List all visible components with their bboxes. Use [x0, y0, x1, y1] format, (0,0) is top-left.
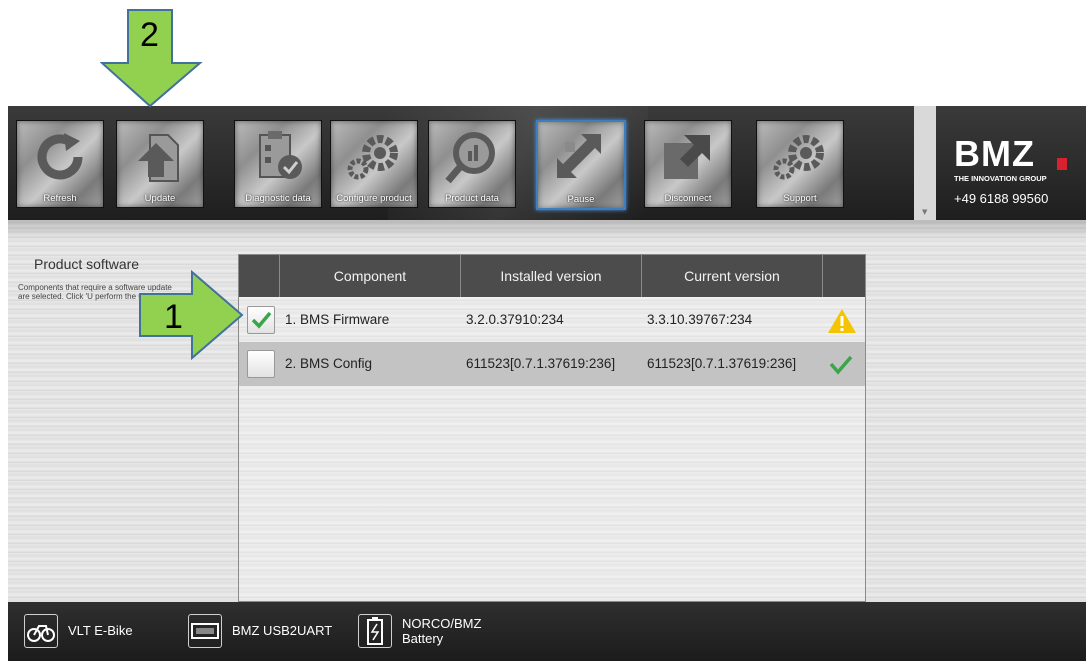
row-checkbox[interactable] [247, 306, 275, 334]
component-name: 2. BMS Config [285, 356, 373, 371]
clipboard-check-icon [259, 131, 302, 179]
gears-icon [773, 135, 824, 180]
pause-label: Pause [567, 194, 595, 205]
refresh-label: Refresh [43, 193, 77, 204]
configure-product-button[interactable]: Configure product [330, 120, 418, 208]
update-label: Update [144, 193, 176, 204]
battery-icon [358, 614, 392, 648]
support-button[interactable]: Support [756, 120, 844, 208]
table-header: Component Installed version Current vers… [239, 255, 865, 297]
refresh-button[interactable]: Refresh [16, 120, 104, 208]
disconnect-label: Disconnect [664, 193, 712, 204]
usb-adapter-icon [188, 614, 222, 648]
pause-button[interactable]: Pause [536, 120, 626, 210]
logo-tagline: THE INNOVATION GROUP [954, 174, 1047, 183]
footer-adapter-label: BMZ USB2UART [232, 623, 333, 638]
component-name: 1. BMS Firmware [285, 312, 390, 327]
check-icon [251, 311, 272, 329]
annotation-arrow-right-icon [139, 270, 244, 360]
update-button[interactable]: Update [116, 120, 204, 208]
pause-arrows-icon [557, 134, 601, 178]
diagnostic-data-label: Diagnostic data [245, 193, 311, 204]
magnifier-chart-icon [445, 132, 495, 184]
support-phone: +49 6188 99560 [954, 191, 1049, 206]
header-installed-version: Installed version [461, 255, 642, 297]
footer-battery-label: NORCO/BMZ Battery [402, 616, 481, 646]
product-data-button[interactable]: Product data [428, 120, 516, 208]
refresh-icon [37, 133, 83, 180]
bike-icon [24, 614, 58, 648]
row-checkbox[interactable] [247, 350, 275, 378]
software-table: Component Installed version Current vers… [238, 254, 866, 602]
gears-icon [347, 135, 398, 180]
warning-icon [828, 309, 856, 333]
configure-product-label: Configure product [336, 193, 412, 204]
update-icon [138, 134, 179, 182]
diagnostic-data-button[interactable]: Diagnostic data [234, 120, 322, 208]
table-row[interactable]: 2. BMS Config 611523[0.7.1.37619:236] 61… [239, 342, 865, 386]
current-version: 3.3.10.39767:234 [647, 312, 753, 327]
footer-battery-line2: Battery [402, 631, 444, 646]
brand-logo: BMZ THE INNOVATION GROUP +49 6188 99560 [954, 136, 1084, 216]
scroll-down-icon[interactable]: ▼ [922, 208, 927, 216]
support-label: Support [783, 193, 817, 204]
disconnect-icon [664, 135, 710, 179]
product-data-label: Product data [445, 193, 499, 204]
header-select [239, 255, 280, 297]
footer-battery-line1: NORCO/BMZ [402, 616, 482, 631]
ok-check-icon [829, 355, 853, 375]
annotation-number-1: 1 [164, 298, 183, 336]
disconnect-button[interactable]: Disconnect [644, 120, 732, 208]
installed-version: 611523[0.7.1.37619:236] [466, 356, 616, 371]
toolbar: Refresh Update Diagnostic data Configure… [8, 106, 1086, 220]
current-version: 611523[0.7.1.37619:236] [647, 356, 797, 371]
toolbar-scrollbar[interactable]: ▼ [914, 106, 936, 220]
annotation-number-2: 2 [140, 16, 159, 54]
header-current-version: Current version [642, 255, 823, 297]
status-footer: VLT E-Bike BMZ USB2UART NORCO/BMZ Batter… [8, 602, 1086, 661]
page-title: Product software [34, 256, 140, 272]
logo-red-square [1057, 158, 1067, 170]
table-row[interactable]: 1. BMS Firmware 3.2.0.37910:234 3.3.10.3… [239, 298, 865, 342]
footer-bike-label: VLT E-Bike [68, 623, 133, 638]
installed-version: 3.2.0.37910:234 [466, 312, 564, 327]
header-component: Component [280, 255, 461, 297]
